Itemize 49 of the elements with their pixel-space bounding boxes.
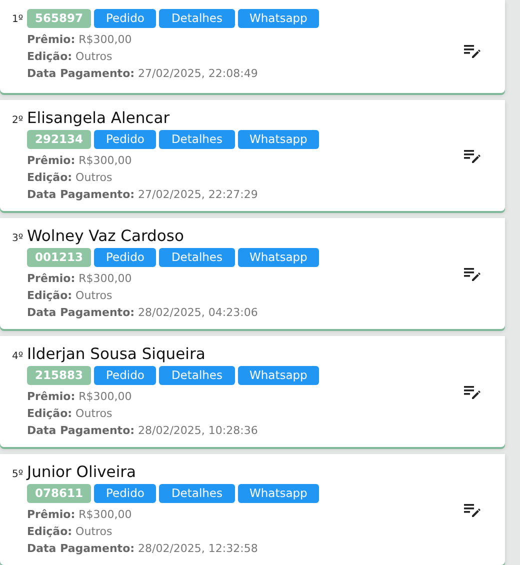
action-button[interactable]: Whatsapp <box>238 130 320 149</box>
rank-label: 5º <box>12 468 24 482</box>
info-line: Prêmio: R$300,00 <box>27 32 133 48</box>
action-button[interactable]: Pedido <box>94 130 156 149</box>
action-button[interactable]: Pedido <box>94 9 156 28</box>
action-button[interactable]: Detalhes <box>159 248 234 267</box>
info-line: Edição: Outros <box>27 288 114 304</box>
info-line: Prêmio: R$300,00 <box>27 389 133 405</box>
action-button[interactable]: Whatsapp <box>238 366 320 385</box>
action-button[interactable]: Whatsapp <box>238 484 320 503</box>
ticket-number: 215883 <box>27 366 92 385</box>
action-button[interactable]: Pedido <box>94 484 156 503</box>
ticket-number: 001213 <box>27 248 92 267</box>
edit-list-icon[interactable] <box>463 148 481 162</box>
action-button[interactable]: Pedido <box>94 366 156 385</box>
info-line: Data Pagamento: 28/02/2025, 04:23:06 <box>27 305 259 321</box>
action-button[interactable]: Detalhes <box>159 484 234 503</box>
action-button[interactable]: Whatsapp <box>238 9 320 28</box>
rank-label: 2º <box>12 114 24 128</box>
action-button[interactable]: Detalhes <box>159 130 234 149</box>
edit-list-icon[interactable] <box>463 44 481 58</box>
info-line: Edição: Outros <box>27 170 114 186</box>
action-button[interactable]: Whatsapp <box>238 248 320 267</box>
rank-label: 3º <box>12 232 24 246</box>
action-button[interactable]: Pedido <box>94 248 156 267</box>
action-button[interactable]: Detalhes <box>159 366 234 385</box>
info-line: Prêmio: R$300,00 <box>27 507 133 523</box>
winner-name: Junior Oliveira <box>27 462 138 482</box>
info-line: Edição: Outros <box>27 406 114 422</box>
edit-list-icon[interactable] <box>463 266 481 280</box>
winner-name: Elisangela Alencar <box>27 108 171 128</box>
info-line: Edição: Outros <box>27 49 114 65</box>
info-line: Prêmio: R$300,00 <box>27 153 133 169</box>
info-line: Prêmio: R$300,00 <box>27 271 133 287</box>
edit-list-icon[interactable] <box>463 502 481 516</box>
ticket-number: 078611 <box>27 484 92 503</box>
info-line: Data Pagamento: 28/02/2025, 10:28:36 <box>27 423 259 439</box>
winner-name: Ilderjan Sousa Siqueira <box>27 344 206 364</box>
winner-name: Wolney Vaz Cardoso <box>27 226 185 246</box>
rank-label: 4º <box>12 350 24 364</box>
ticket-number: 565897 <box>27 9 92 28</box>
info-line: Data Pagamento: 28/02/2025, 12:32:58 <box>27 541 259 557</box>
rank-label: 1º <box>12 13 24 27</box>
info-line: Edição: Outros <box>27 524 114 540</box>
info-line: Data Pagamento: 27/02/2025, 22:27:29 <box>27 187 259 203</box>
edit-list-icon[interactable] <box>463 384 481 398</box>
ticket-number: 292134 <box>27 130 92 149</box>
info-line: Data Pagamento: 27/02/2025, 22:08:49 <box>27 66 259 82</box>
action-button[interactable]: Detalhes <box>159 9 234 28</box>
